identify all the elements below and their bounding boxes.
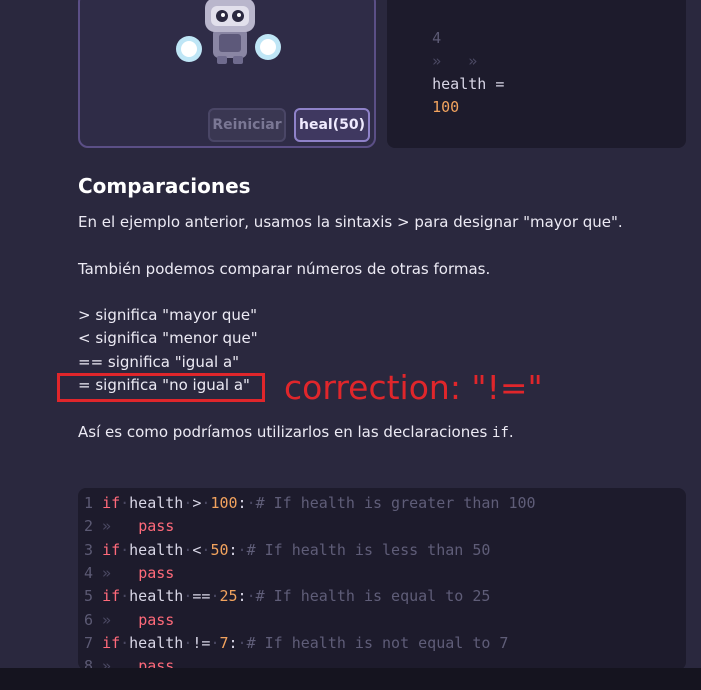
code-spacer: ·	[120, 540, 130, 559]
code-line: 4 » » health = 100	[396, 4, 513, 116]
list-item: == significa "igual a"	[78, 353, 240, 371]
indent-marker: » »	[432, 52, 505, 70]
code-keyword: if	[102, 633, 121, 652]
code-spacer: :	[228, 540, 238, 559]
code-number: 50	[210, 540, 229, 559]
code-keyword: if	[102, 494, 121, 512]
line-number: 2	[84, 517, 94, 536]
code-keyword: pass	[138, 517, 175, 536]
section-heading: Comparaciones	[78, 174, 251, 198]
code-spacer: ·	[246, 494, 256, 512]
line-number: 4	[432, 29, 442, 47]
line-number: 1	[84, 494, 94, 512]
code-spacer: »	[93, 610, 139, 629]
annotation-text: correction: "!="	[284, 368, 543, 407]
code-line: 5 if·health·==·25:·# If health is equal …	[84, 585, 490, 608]
code-keyword: pass	[138, 610, 175, 629]
line-number: 4	[84, 563, 94, 582]
code-spacer	[93, 587, 102, 605]
code-operator: !=	[192, 633, 211, 652]
paragraph-intro: En el ejemplo anterior, usamos la sintax…	[78, 213, 623, 231]
reset-button[interactable]: Reiniciar	[208, 108, 286, 142]
usage-period: .	[508, 423, 514, 441]
code-spacer: :	[228, 633, 238, 652]
list-item: > significa "mayor que"	[78, 306, 258, 324]
code-spacer: ·	[120, 633, 130, 652]
code-spacer: »	[93, 563, 139, 582]
code-line: 2 » pass	[84, 515, 174, 538]
line-number: 7	[84, 633, 94, 652]
code-keyword: pass	[138, 563, 175, 582]
code-variable: health	[129, 587, 184, 606]
code-operator: ==	[192, 587, 211, 606]
line-number: 6	[84, 610, 94, 629]
code-line: 4 » pass	[84, 562, 174, 585]
paragraph-usage: Así es como podríamos utilizarlos en las…	[78, 423, 514, 441]
code-comment: # If health is less than 50	[246, 540, 491, 559]
code-spacer: ·	[120, 494, 130, 512]
code-spacer	[93, 494, 102, 512]
code-comment: # If health is equal to 25	[255, 587, 491, 606]
code-comment: # If health is not equal to 7	[246, 633, 509, 652]
usage-text: Así es como podríamos utilizarlos en las…	[78, 423, 493, 441]
code-number: 100	[210, 494, 238, 512]
paragraph-compare: También podemos comparar números de otra…	[78, 260, 491, 278]
code-editor-top[interactable]: 4 » » health = 100	[387, 0, 686, 148]
code-number: 100	[432, 98, 460, 116]
inline-code: if	[492, 425, 509, 441]
footer-bar	[0, 668, 701, 690]
game-preview-panel: Reiniciar heal(50)	[78, 0, 376, 148]
code-spacer: ·	[237, 633, 247, 652]
code-variable: health	[129, 494, 184, 512]
heal-button[interactable]: heal(50)	[294, 108, 370, 142]
code-line: 1 if·health·>·100:·# If health is greate…	[84, 492, 536, 515]
code-spacer: ·	[237, 540, 247, 559]
code-spacer	[93, 541, 102, 559]
line-number: 5	[84, 587, 94, 606]
code-spacer: :	[237, 587, 247, 606]
code-variable: health	[129, 633, 184, 652]
code-editor-bottom[interactable]: 1 if·health·>·100:·# If health is greate…	[78, 488, 686, 670]
code-spacer: ·	[120, 587, 130, 606]
code-number: 25	[219, 587, 238, 606]
code-variable: health	[129, 540, 184, 559]
code-text: health =	[432, 75, 514, 93]
code-line: 3 if·health·<·50:·# If health is less th…	[84, 539, 490, 562]
code-spacer: ·	[246, 587, 256, 606]
line-number: 3	[84, 540, 94, 559]
annotation-box	[57, 373, 265, 402]
code-keyword: if	[102, 540, 121, 559]
code-number: 7	[219, 633, 229, 652]
code-line: 7 if·health·!=·7:·# If health is not equ…	[84, 632, 508, 655]
code-line: 6 » pass	[84, 609, 174, 632]
list-item: < significa "menor que"	[78, 329, 258, 347]
robot-character-icon	[176, 0, 281, 64]
code-keyword: if	[102, 587, 121, 606]
code-comment: # If health is greater than 100	[255, 494, 536, 512]
code-spacer: »	[93, 517, 139, 536]
code-spacer: :	[237, 494, 247, 512]
code-spacer	[93, 634, 102, 652]
